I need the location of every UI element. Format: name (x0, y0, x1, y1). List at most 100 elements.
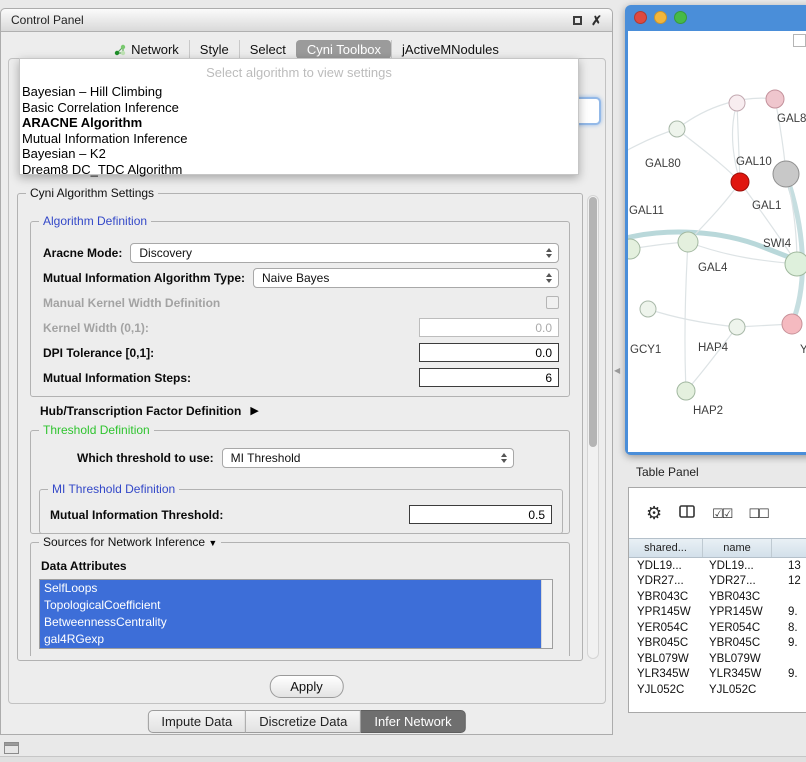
table-cell: YER054C (629, 622, 703, 634)
gear-icon[interactable]: ⚙ (646, 504, 662, 522)
network-edge[interactable] (648, 309, 737, 327)
node-label: GAL80 (645, 158, 681, 170)
list-scrollbar[interactable] (541, 580, 552, 648)
column-header-2[interactable]: name (703, 539, 772, 557)
attribute-item-topologicalcoefficient[interactable]: TopologicalCoefficient (40, 597, 541, 614)
threshold-type-select[interactable]: MI Threshold (222, 448, 514, 468)
algorithm-option-mutual-information-inference[interactable]: Mutual Information Inference (20, 131, 578, 147)
hub-definition-label: Hub/Transcription Factor Definition (40, 404, 241, 418)
network-canvas[interactable]: GAL80GAL10GAL8GAL11GAL1SWI4GAL4GCY1HAP4H… (628, 31, 806, 452)
table-cell: 12 (772, 575, 806, 587)
algorithm-option-bayesian-k2[interactable]: Bayesian – K2 (20, 146, 578, 162)
network-node[interactable] (782, 314, 802, 334)
algorithm-option-aracne-algorithm[interactable]: ARACNE Algorithm (20, 115, 578, 131)
network-node[interactable] (766, 90, 784, 108)
mi-steps-row: Mutual Information Steps: 6 (31, 365, 569, 390)
which-threshold-label: Which threshold to use: (77, 451, 214, 465)
tab-jactivemnodules[interactable]: jActiveMNodules (391, 40, 509, 59)
tab-style[interactable]: Style (189, 40, 239, 59)
minimized-panel-icon[interactable] (4, 742, 19, 754)
window-title: Control Panel (11, 13, 84, 27)
table-cell: YLR345W (629, 668, 703, 680)
network-node[interactable] (729, 95, 745, 111)
algorithm-option-basic-correlation-inference[interactable]: Basic Correlation Inference (20, 100, 578, 116)
network-node[interactable] (773, 161, 799, 187)
settings-scrollbar[interactable] (587, 195, 599, 659)
aracne-mode-select[interactable]: Discovery (130, 243, 559, 263)
manual-kernel-checkbox[interactable] (546, 296, 559, 309)
manual-kernel-label: Manual Kernel Width Definition (43, 296, 220, 310)
table-row[interactable]: YDR27...YDR27...12 (629, 574, 806, 590)
settings-scrollbar-thumb[interactable] (589, 197, 597, 447)
table-cell: YBL079W (629, 653, 703, 665)
mi-threshold-input[interactable]: 0.5 (409, 505, 552, 524)
algorithm-option-bayesian-hill-climbing[interactable]: Bayesian – Hill Climbing (20, 84, 578, 100)
table-row[interactable]: YBR043CYBR043C (629, 589, 806, 605)
apply-button[interactable]: Apply (269, 675, 344, 698)
network-edge[interactable] (677, 98, 775, 129)
tab-label: Style (200, 42, 229, 57)
table-row[interactable]: YER054CYER054C8. (629, 620, 806, 636)
node-label: HAP4 (698, 342, 729, 354)
network-edge[interactable] (685, 242, 688, 391)
select-all-icon[interactable]: ☑☑ (712, 507, 731, 520)
bottom-tab-infer-network[interactable]: Infer Network (361, 710, 465, 733)
table-row[interactable]: YDL19...YDL19...13 (629, 558, 806, 574)
dpi-tolerance-row: DPI Tolerance [0,1]: 0.0 (31, 340, 569, 365)
mi-threshold-label: Mutual Information Threshold: (50, 508, 223, 522)
mi-threshold-value: 0.5 (528, 508, 545, 522)
network-node[interactable] (729, 319, 745, 335)
tab-select[interactable]: Select (239, 40, 296, 59)
table-row[interactable]: YBL079WYBL079W (629, 651, 806, 667)
kernel-width-input[interactable]: 0.0 (419, 318, 559, 337)
expand-right-icon: ▶ (250, 406, 258, 417)
manual-kernel-row: Manual Kernel Width Definition (31, 290, 569, 315)
sources-group-title[interactable]: Sources for Network Inference ▼ (39, 535, 221, 549)
hub-definition-expander[interactable]: Hub/Transcription Factor Definition ▶ (40, 404, 259, 418)
columns-icon[interactable] (679, 505, 695, 521)
network-node[interactable] (731, 173, 749, 191)
tab-cyni-toolbox[interactable]: Cyni Toolbox (296, 40, 391, 59)
attribute-item-betweennesscentrality[interactable]: BetweennessCentrality (40, 614, 541, 631)
restore-icon[interactable] (573, 16, 582, 25)
titlebar[interactable]: Control Panel ✗ (1, 9, 612, 32)
bottom-tab-impute-data[interactable]: Impute Data (147, 710, 246, 733)
network-edge[interactable] (677, 129, 740, 182)
bottom-tab-discretize-data[interactable]: Discretize Data (246, 710, 361, 733)
column-header-1[interactable]: shared... (629, 539, 703, 557)
network-node[interactable] (640, 301, 656, 317)
close-icon[interactable]: ✗ (591, 14, 602, 27)
data-attributes-label: Data Attributes (41, 559, 127, 573)
network-node[interactable] (785, 252, 806, 276)
table-cell: 13 (772, 560, 806, 572)
mi-algorithm-type-select[interactable]: Naive Bayes (253, 268, 559, 288)
minimize-traffic-light-icon[interactable] (654, 11, 667, 24)
table-row[interactable]: YJL052CYJL052C (629, 682, 806, 698)
attribute-item-gal4rgexp[interactable]: gal4RGexp (40, 631, 541, 648)
aracne-mode-value: Discovery (139, 246, 192, 260)
network-node[interactable] (628, 239, 640, 259)
network-svg[interactable]: GAL80GAL10GAL8GAL11GAL1SWI4GAL4GCY1HAP4H… (628, 31, 806, 452)
table-row[interactable]: YBR045CYBR045C9. (629, 636, 806, 652)
mi-steps-input[interactable]: 6 (419, 368, 559, 387)
birdseye-box[interactable] (793, 34, 806, 47)
algorithm-option-dream8-dc-tdc-algorithm[interactable]: Dream8 DC_TDC Algorithm (20, 162, 578, 178)
network-node[interactable] (678, 232, 698, 252)
network-edge[interactable] (686, 327, 737, 391)
attribute-item-selfloops[interactable]: SelfLoops (40, 580, 541, 597)
kernel-width-row: Kernel Width (0,1): 0.0 (31, 315, 569, 340)
column-header-3[interactable] (772, 539, 806, 557)
table-row[interactable]: YLR345WYLR345W9. (629, 667, 806, 683)
close-traffic-light-icon[interactable] (634, 11, 647, 24)
zoom-traffic-light-icon[interactable] (674, 11, 687, 24)
mi-algorithm-type-value: Naive Bayes (262, 271, 329, 285)
deselect-all-icon[interactable]: ☐☐ (748, 507, 767, 520)
table-row[interactable]: YPR145WYPR145W9. (629, 605, 806, 621)
table-toolbar: ⚙ ☑☑ ☐☐ (629, 488, 806, 538)
network-node[interactable] (669, 121, 685, 137)
network-node[interactable] (677, 382, 695, 400)
panel-collapse-handle[interactable]: ◀ (614, 366, 620, 375)
network-view-window: GAL80GAL10GAL8GAL11GAL1SWI4GAL4GCY1HAP4H… (625, 5, 806, 455)
dpi-tolerance-input[interactable]: 0.0 (419, 343, 559, 362)
tab-network[interactable]: Network (104, 40, 189, 59)
